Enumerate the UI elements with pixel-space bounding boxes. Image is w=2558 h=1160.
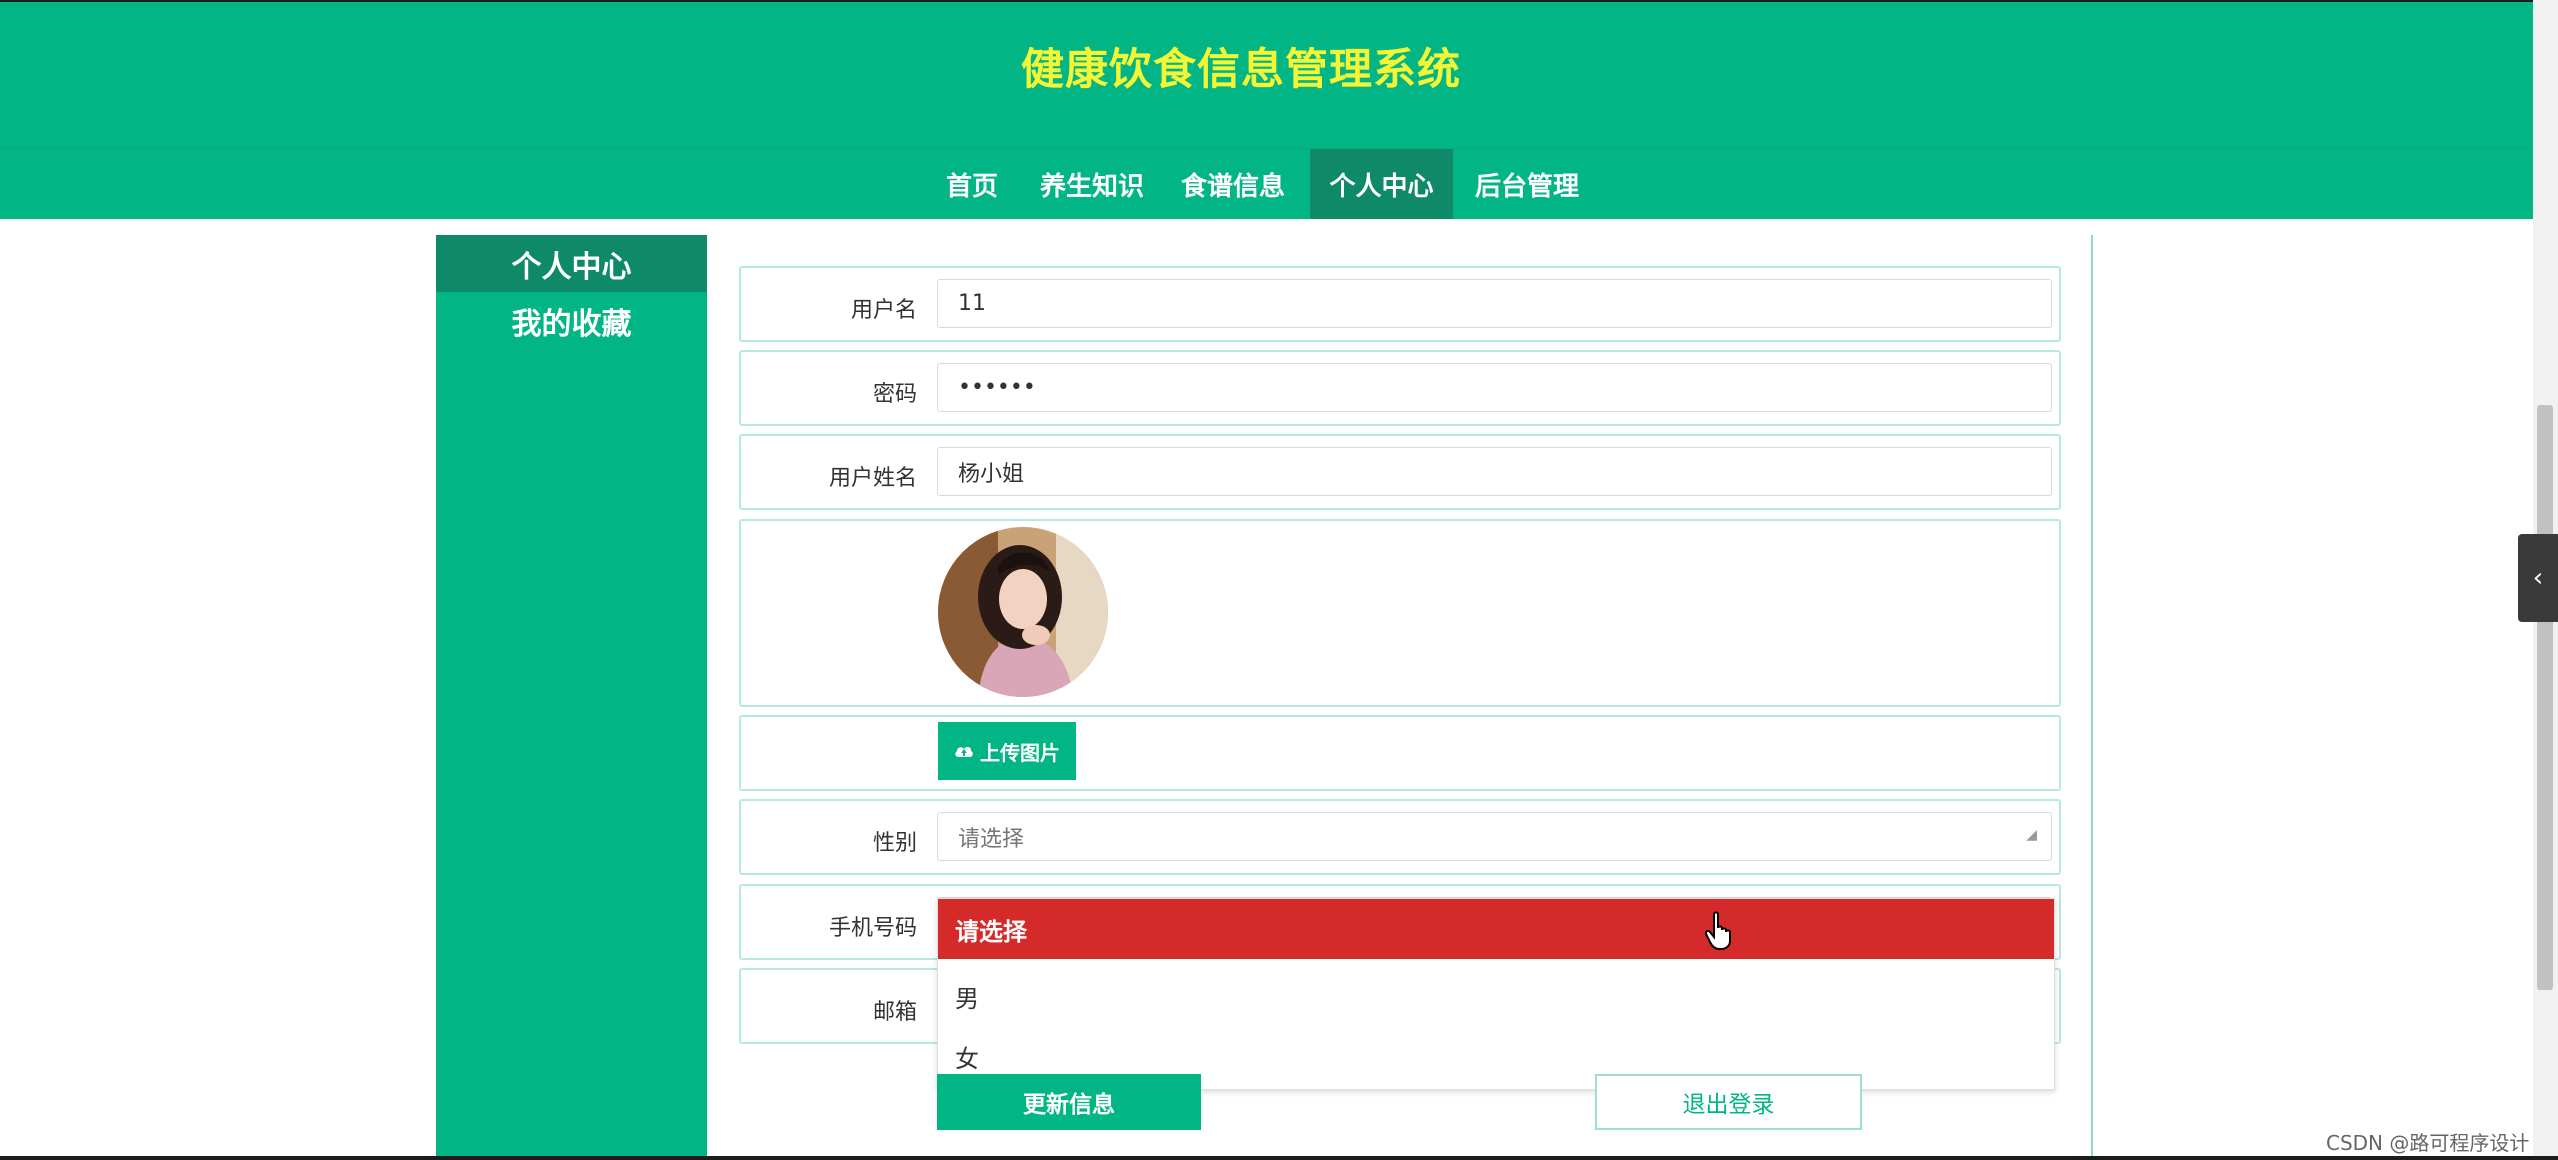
form-row-avatar xyxy=(739,519,2061,707)
upload-image-button[interactable]: 上传图片 xyxy=(938,722,1076,780)
gender-select[interactable]: 请选择 ◢ xyxy=(937,812,2052,861)
username-field[interactable]: 11 xyxy=(937,279,2052,328)
form-row-gender: 性别 请选择 ◢ xyxy=(739,799,2061,875)
watermark: CSDN @路可程序设计 xyxy=(2326,1131,2530,1155)
collapse-toggle-button[interactable]: ‹ xyxy=(2518,534,2558,622)
dropdown-option-placeholder[interactable]: 请选择 xyxy=(938,899,2054,959)
hand-cursor-icon xyxy=(1705,911,1731,950)
email-label: 邮箱 xyxy=(872,1000,917,1025)
gender-label: 性别 xyxy=(872,831,917,856)
form-row-password: 密码 •••••• xyxy=(739,350,2061,426)
site-title: 健康饮食信息管理系统 xyxy=(1021,45,1461,95)
sidebar-item-personal-center[interactable]: 个人中心 xyxy=(436,235,707,292)
password-field[interactable]: •••••• xyxy=(937,363,2052,412)
main-nav: 首页 养生知识 食谱信息 个人中心 后台管理 xyxy=(0,148,2533,219)
site-header: 健康饮食信息管理系统 xyxy=(0,2,2533,148)
avatar-photo xyxy=(938,527,1108,697)
realname-label: 用户姓名 xyxy=(828,466,917,491)
gender-dropdown-menu: 请选择 男 女 xyxy=(937,898,2055,1090)
form-row-upload: 上传图片 xyxy=(739,715,2061,791)
nav-health-knowledge[interactable]: 养生知识 xyxy=(1031,149,1153,219)
sidebar-item-favorites[interactable]: 我的收藏 xyxy=(436,292,707,349)
form-row-realname: 用户姓名 杨小姐 xyxy=(739,434,2061,510)
nav-admin[interactable]: 后台管理 xyxy=(1466,149,1588,219)
cloud-upload-icon xyxy=(955,746,973,757)
window-bottom-border xyxy=(0,1156,2558,1160)
gender-select-value: 请选择 xyxy=(958,826,1025,852)
sidebar: 个人中心 我的收藏 xyxy=(436,235,707,1160)
username-label: 用户名 xyxy=(850,298,917,323)
select-arrow-icon: ◢ xyxy=(2026,827,2037,843)
password-label: 密码 xyxy=(872,382,917,407)
realname-field[interactable]: 杨小姐 xyxy=(937,447,2052,496)
nav-personal-center[interactable]: 个人中心 xyxy=(1310,149,1453,219)
logout-button[interactable]: 退出登录 xyxy=(1595,1074,1862,1130)
chevron-left-icon: ‹ xyxy=(2532,563,2544,593)
scrollbar-thumb[interactable] xyxy=(2537,405,2553,990)
dropdown-option-male[interactable]: 男 xyxy=(938,966,2054,1026)
phone-label: 手机号码 xyxy=(828,916,917,941)
content-divider xyxy=(2091,235,2093,1160)
update-info-button[interactable]: 更新信息 xyxy=(937,1074,1201,1130)
form-row-username: 用户名 11 xyxy=(739,266,2061,342)
upload-button-label: 上传图片 xyxy=(980,740,1060,765)
nav-recipes[interactable]: 食谱信息 xyxy=(1172,149,1294,219)
nav-home[interactable]: 首页 xyxy=(930,149,1014,219)
